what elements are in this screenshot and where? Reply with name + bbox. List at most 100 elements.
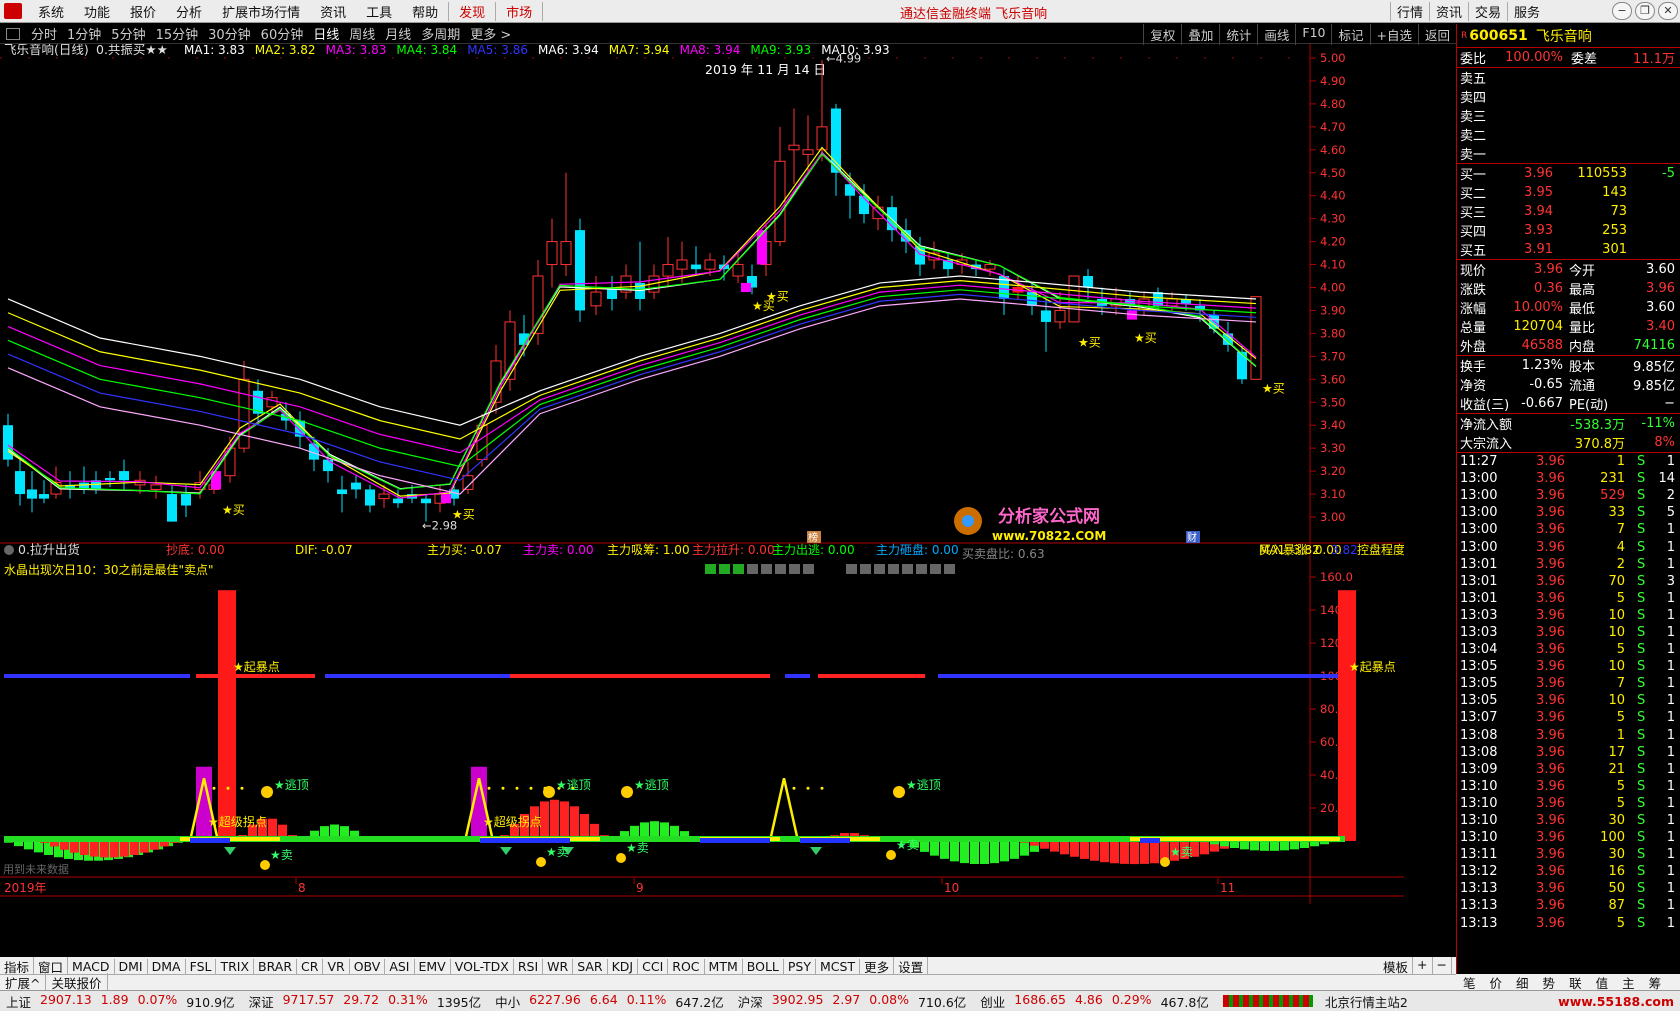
chart-area[interactable]: 5.00 4.90 4.80 4.70 4.60 4.50 4.40 4.30 4.20 4.10… — [0, 44, 1404, 944]
buy-signal-label: ★买 — [1134, 331, 1157, 345]
sell-level-label: 卖五 — [1460, 72, 1487, 87]
period-tab-5[interactable]: 60分钟 — [256, 24, 309, 43]
indicator-tab-21[interactable]: BOLL — [743, 958, 784, 974]
indicator-tab-17[interactable]: KDJ — [608, 958, 639, 974]
indicator-tab-24[interactable]: 更多 — [860, 956, 895, 976]
candle-body — [351, 482, 361, 490]
quote-tab-6[interactable]: 主 — [1615, 973, 1642, 992]
panel-toggle-icon[interactable] — [6, 27, 20, 40]
index-4[interactable]: 创业 1686.65 4.86 0.29% 467.8亿 — [980, 992, 1209, 1011]
menu-right-1[interactable]: 资讯 — [1429, 2, 1468, 21]
webi-value: 100.00% — [1505, 50, 1563, 65]
quote-tab-4[interactable]: 联 — [1562, 973, 1589, 992]
tick-row-5: 13:00 3.96 4 S 1 — [1457, 538, 1680, 555]
template-control-0[interactable]: 模板 — [1379, 956, 1414, 976]
close-icon[interactable]: ✕ — [1658, 2, 1678, 20]
period-tab-10[interactable]: 更多 > — [465, 24, 516, 43]
indicator-tab-4[interactable]: DMA — [148, 958, 186, 974]
toolbar-button-1[interactable]: 叠加 — [1181, 24, 1219, 45]
menu-right-3[interactable]: 服务 — [1507, 2, 1546, 21]
toolbar-button-0[interactable]: 复权 — [1143, 24, 1181, 45]
period-tab-8[interactable]: 月线 — [380, 24, 416, 43]
candle-body — [119, 471, 129, 481]
indicator-tab-15[interactable]: WR — [543, 958, 574, 974]
period-tab-2[interactable]: 5分钟 — [106, 24, 150, 43]
template-control-2[interactable]: − — [1433, 956, 1452, 976]
template-control-1[interactable]: + — [1413, 956, 1433, 976]
menu-item-6[interactable]: 工具 — [356, 2, 402, 21]
main-indicator-name[interactable]: 0.共振买★★ — [96, 44, 168, 57]
period-tab-3[interactable]: 15分钟 — [151, 24, 204, 43]
index-2[interactable]: 中小 6227.96 6.64 0.11% 647.2亿 — [495, 992, 724, 1011]
period-tab-7[interactable]: 周线 — [344, 24, 380, 43]
indicator-tab-10[interactable]: OBV — [350, 958, 386, 974]
indicator-tab-7[interactable]: BRAR — [254, 958, 298, 974]
toolbar-button-4[interactable]: F10 — [1295, 24, 1331, 45]
indicator-tab-3[interactable]: DMI — [115, 958, 148, 974]
candle-body — [1083, 276, 1093, 288]
candle-body — [15, 471, 25, 495]
menu-right-2[interactable]: 交易 — [1468, 2, 1507, 21]
candle-body — [1250, 296, 1262, 380]
tick-count: 1 — [1666, 539, 1675, 555]
quote-tab-7[interactable]: 筹 — [1642, 973, 1669, 992]
menu-item-0[interactable]: 系统 — [28, 2, 74, 21]
indicator-tab-2[interactable]: MACD — [68, 958, 115, 974]
menu-item-3[interactable]: 分析 — [166, 2, 212, 21]
quote-tab-0[interactable]: 笔 — [1456, 973, 1483, 992]
period-tab-9[interactable]: 多周期 — [416, 24, 465, 43]
indicator-tab-14[interactable]: RSI — [514, 958, 544, 974]
smile-icon — [621, 786, 633, 798]
indicator-tab-11[interactable]: ASI — [385, 958, 415, 974]
restore-icon[interactable]: ❐ — [1635, 2, 1655, 20]
stock-header: R 600651 飞乐音响 — [1457, 24, 1680, 48]
quote-tab-2[interactable]: 细 — [1509, 973, 1536, 992]
indicator-tab-25[interactable]: 设置 — [894, 956, 929, 976]
menu-item-4[interactable]: 扩展市场行情 — [212, 2, 310, 21]
tick-count: 1 — [1666, 881, 1675, 897]
indicator-tab-23[interactable]: MCST — [816, 958, 861, 974]
signal-square — [860, 564, 871, 574]
minimize-icon[interactable]: − — [1612, 2, 1632, 20]
sell-label: ★卖 — [1170, 845, 1193, 859]
menu-discover[interactable]: 发现 — [448, 1, 495, 21]
tick-side: S — [1637, 471, 1646, 487]
period-tab-6[interactable]: 日线 — [308, 24, 344, 43]
tick-price: 3.96 — [1536, 813, 1565, 829]
menu-right-0[interactable]: 行情 — [1390, 2, 1429, 21]
toolbar-button-6[interactable]: +自选 — [1369, 24, 1418, 45]
sub-chart-title[interactable]: 0.拉升出货 — [18, 542, 80, 557]
breakout-label: ★起暴点 — [1349, 660, 1396, 674]
quote-tab-5[interactable]: 值 — [1589, 973, 1616, 992]
indicator-tab-19[interactable]: ROC — [668, 958, 705, 974]
indicator-tab-22[interactable]: PSY — [784, 958, 816, 974]
index-3[interactable]: 沪深 3902.95 2.97 0.08% 710.6亿 — [738, 992, 967, 1011]
indicator-tab-5[interactable]: FSL — [186, 958, 217, 974]
toolbar-button-3[interactable]: 画线 — [1257, 24, 1295, 45]
menu-item-5[interactable]: 资讯 — [310, 2, 356, 21]
toolbar-button-2[interactable]: 统计 — [1219, 24, 1257, 45]
indicator-tab-6[interactable]: TRIX — [216, 958, 255, 974]
indicator-tab-16[interactable]: SAR — [573, 958, 608, 974]
indicator-tab-20[interactable]: MTM — [705, 958, 743, 974]
menu-item-2[interactable]: 报价 — [120, 2, 166, 21]
indicator-tab-9[interactable]: VR — [323, 958, 350, 974]
period-tab-1[interactable]: 1分钟 — [62, 24, 106, 43]
index-1[interactable]: 深证 9717.57 29.72 0.31% 1395亿 — [249, 992, 482, 1011]
indicator-tab-13[interactable]: VOL-TDX — [451, 958, 514, 974]
indicator-tab-18[interactable]: CCI — [638, 958, 669, 974]
quote-tab-3[interactable]: 势 — [1536, 973, 1563, 992]
menu-market[interactable]: 市场 — [495, 1, 544, 21]
menu-item-1[interactable]: 功能 — [74, 2, 120, 21]
toolbar-button-5[interactable]: 标记 — [1331, 24, 1369, 45]
period-tab-0[interactable]: 分时 — [26, 24, 62, 43]
toolbar-button-7[interactable]: 返回 — [1417, 24, 1456, 45]
quote-tab-1[interactable]: 价 — [1483, 973, 1510, 992]
index-0[interactable]: 上证 2907.13 1.89 0.07% 910.9亿 — [6, 992, 235, 1011]
indicator-tab-8[interactable]: CR — [297, 958, 324, 974]
indicator-tab-12[interactable]: EMV — [415, 958, 451, 974]
menu-item-7[interactable]: 帮助 — [402, 2, 448, 21]
period-tab-4[interactable]: 30分钟 — [203, 24, 256, 43]
tick-time: 13:00 — [1460, 488, 1498, 504]
sub-chart-toggle-icon[interactable] — [4, 545, 14, 555]
